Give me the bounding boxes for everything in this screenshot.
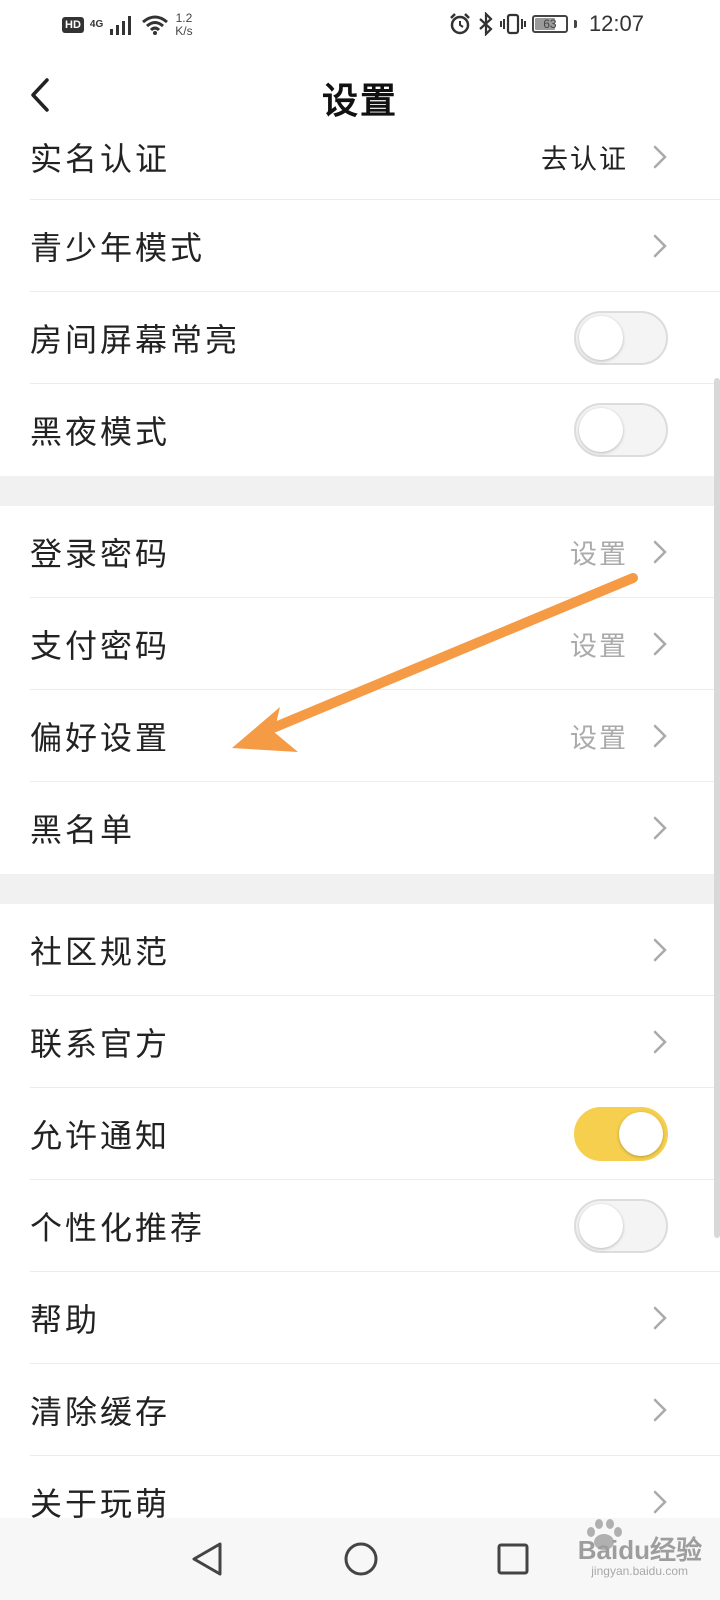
settings-row-personalized-recommend: 个性化推荐 bbox=[0, 1180, 720, 1272]
chevron-right-icon bbox=[653, 724, 667, 748]
row-label: 实名认证 bbox=[30, 139, 171, 178]
toggle-knob bbox=[579, 408, 623, 452]
hd-badge: HD bbox=[62, 17, 84, 33]
section-divider bbox=[0, 476, 720, 506]
settings-row-community-rules[interactable]: 社区规范 bbox=[0, 904, 720, 996]
toggle-knob bbox=[579, 316, 623, 360]
wifi-icon bbox=[142, 15, 169, 35]
row-label: 青少年模式 bbox=[30, 229, 206, 267]
row-label: 房间屏幕常亮 bbox=[30, 321, 241, 359]
triangle-back-icon bbox=[192, 1542, 222, 1576]
battery-percent: 63 bbox=[543, 17, 557, 31]
network-type: 4G bbox=[89, 19, 104, 30]
row-label: 联系官方 bbox=[30, 1025, 171, 1063]
settings-row-night-mode: 黑夜模式 bbox=[0, 384, 720, 476]
screen-on-toggle[interactable] bbox=[574, 311, 668, 365]
chevron-right-icon bbox=[653, 540, 667, 564]
settings-row-preferences[interactable]: 偏好设置 设置 bbox=[0, 690, 720, 782]
watermark-text: Baidu经验 bbox=[577, 1535, 702, 1565]
scrollbar[interactable] bbox=[714, 378, 720, 1238]
nav-home-button[interactable] bbox=[336, 1536, 386, 1582]
nav-recents-button[interactable] bbox=[488, 1536, 538, 1582]
chevron-right-icon bbox=[653, 1398, 667, 1422]
battery-tip bbox=[573, 20, 577, 28]
alarm-icon bbox=[450, 13, 470, 35]
row-label: 黑名单 bbox=[30, 811, 136, 849]
battery-indicator: 63 bbox=[531, 15, 568, 33]
toggle-knob bbox=[619, 1112, 663, 1156]
settings-row-screen-on: 房间屏幕常亮 bbox=[0, 292, 720, 384]
chevron-right-icon bbox=[653, 1490, 667, 1514]
chevron-right-icon bbox=[653, 234, 667, 258]
status-right: 63 12:07 bbox=[448, 8, 644, 40]
chevron-right-icon bbox=[653, 1030, 667, 1054]
row-label: 允许通知 bbox=[30, 1117, 171, 1155]
personalized-recommend-toggle[interactable] bbox=[574, 1199, 668, 1253]
chevron-right-icon bbox=[653, 1306, 667, 1330]
signal-icon bbox=[110, 16, 132, 35]
settings-row-help[interactable]: 帮助 bbox=[0, 1272, 720, 1364]
row-label: 支付密码 bbox=[30, 627, 171, 665]
section-divider bbox=[0, 874, 720, 904]
bluetooth-icon bbox=[479, 12, 493, 36]
settings-row-login-password[interactable]: 登录密码 设置 bbox=[0, 506, 720, 598]
chevron-right-icon bbox=[653, 145, 667, 168]
page-title: 设置 bbox=[321, 81, 398, 122]
row-label: 黑夜模式 bbox=[30, 413, 171, 451]
row-value: 设置 bbox=[570, 539, 628, 571]
status-bar: HD 4G 1.2 K/s 63 12:07 bbox=[0, 0, 720, 50]
chevron-right-icon bbox=[653, 632, 667, 656]
header-bar: 设置 bbox=[0, 50, 720, 140]
circle-home-icon bbox=[344, 1542, 378, 1576]
settings-list: 实名认证 去认证 青少年模式 房间屏幕常亮 黑夜模式 登录密码 设置 支付密码 … bbox=[0, 130, 720, 1548]
row-label: 偏好设置 bbox=[30, 719, 171, 757]
row-value: 设置 bbox=[570, 631, 628, 663]
toggle-knob bbox=[579, 1204, 623, 1248]
nav-back-button[interactable] bbox=[182, 1536, 232, 1582]
settings-row-contact-official[interactable]: 联系官方 bbox=[0, 996, 720, 1088]
speed-unit: K/s bbox=[175, 24, 193, 38]
settings-row-pay-password[interactable]: 支付密码 设置 bbox=[0, 598, 720, 690]
row-label: 社区规范 bbox=[30, 933, 171, 971]
clock: 12:07 bbox=[588, 11, 644, 36]
square-recents-icon bbox=[497, 1543, 529, 1575]
settings-row-clear-cache[interactable]: 清除缓存 bbox=[0, 1364, 720, 1456]
row-label: 登录密码 bbox=[30, 535, 171, 573]
night-mode-toggle[interactable] bbox=[574, 403, 668, 457]
network-speed: 1.2 K/s bbox=[175, 12, 192, 38]
watermark-url: jingyan.baidu.com bbox=[591, 1564, 688, 1578]
settings-row-real-name[interactable]: 实名认证 去认证 bbox=[0, 130, 720, 200]
vibrate-icon bbox=[499, 13, 526, 35]
row-value: 去认证 bbox=[541, 144, 628, 176]
settings-row-teen-mode[interactable]: 青少年模式 bbox=[0, 200, 720, 292]
row-label: 清除缓存 bbox=[30, 1393, 171, 1431]
chevron-right-icon bbox=[653, 816, 667, 840]
status-left: HD 4G 1.2 K/s bbox=[62, 10, 193, 40]
row-label: 帮助 bbox=[30, 1301, 101, 1339]
baidu-watermark: Baidu经验 jingyan.baidu.com bbox=[532, 1518, 702, 1588]
settings-row-allow-notifications: 允许通知 bbox=[0, 1088, 720, 1180]
allow-notifications-toggle[interactable] bbox=[574, 1107, 668, 1161]
row-label: 个性化推荐 bbox=[30, 1209, 206, 1247]
row-value: 设置 bbox=[570, 723, 628, 755]
settings-row-blacklist[interactable]: 黑名单 bbox=[0, 782, 720, 874]
chevron-right-icon bbox=[653, 938, 667, 962]
